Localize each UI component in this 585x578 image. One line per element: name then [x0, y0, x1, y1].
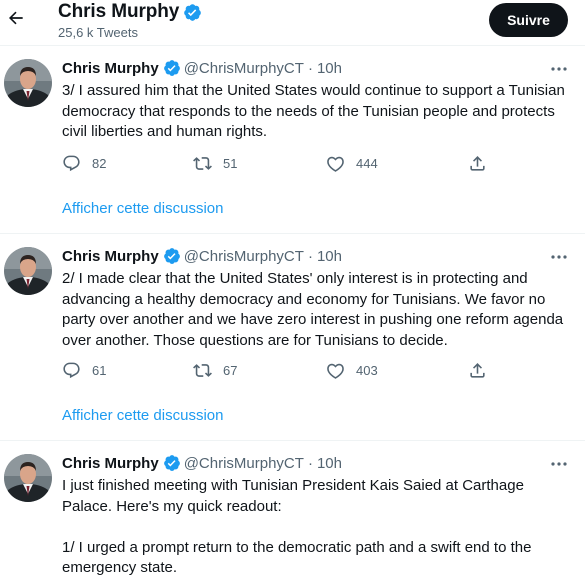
- share-icon: [470, 156, 485, 171]
- tweet[interactable]: Chris Murphy @ChrisMurphyCT · 10h I just…: [0, 441, 585, 578]
- retweet-icon: [193, 157, 212, 170]
- arrow-left-icon: [9, 11, 23, 25]
- share-icon: [470, 363, 485, 378]
- more-button[interactable]: [548, 250, 570, 264]
- tweet-actions: 61 67 403: [62, 361, 542, 381]
- verified-badge-icon: [163, 247, 181, 265]
- tweet-count: 25,6 k Tweets: [58, 25, 138, 40]
- tweet-author-handle[interactable]: @ChrisMurphyCT: [184, 455, 304, 472]
- avatar[interactable]: [4, 454, 52, 502]
- back-button[interactable]: [2, 4, 30, 32]
- retweet-button[interactable]: 51: [193, 154, 237, 173]
- tweet[interactable]: Chris Murphy @ChrisMurphyCT · 10h 2/ I m…: [0, 234, 585, 441]
- more-dots-icon: [551, 255, 567, 259]
- verified-badge-icon: [183, 3, 202, 22]
- tweet-text: 3/ I assured him that the United States …: [62, 82, 569, 140]
- show-thread-link[interactable]: Afficher cette discussion: [62, 200, 223, 217]
- tweet-author-name[interactable]: Chris Murphy: [62, 248, 159, 265]
- profile-name: Chris Murphy: [58, 1, 180, 22]
- follow-button[interactable]: Suivre: [489, 3, 568, 37]
- retweet-count: 51: [223, 156, 238, 171]
- more-dots-icon: [551, 67, 567, 71]
- like-count: 403: [356, 363, 378, 378]
- tweet-header: Chris Murphy @ChrisMurphyCT · 10h: [62, 247, 342, 265]
- share-button[interactable]: [468, 154, 487, 173]
- tweet-header: Chris Murphy @ChrisMurphyCT · 10h: [62, 59, 342, 77]
- separator-dot: ·: [307, 454, 313, 472]
- like-button[interactable]: 403: [326, 361, 378, 380]
- reply-button[interactable]: 61: [62, 361, 106, 380]
- heart-icon: [327, 363, 344, 379]
- avatar[interactable]: [4, 59, 52, 107]
- tweet-actions: 82 51 444: [62, 154, 542, 174]
- tweet-header: Chris Murphy @ChrisMurphyCT · 10h: [62, 454, 342, 472]
- tweet-author-name[interactable]: Chris Murphy: [62, 455, 159, 472]
- more-dots-icon: [551, 462, 567, 466]
- more-button[interactable]: [548, 457, 570, 471]
- heart-icon: [327, 156, 344, 172]
- tweet-text: I just finished meeting with Tunisian Pr…: [62, 477, 532, 576]
- tweet-timestamp[interactable]: 10h: [317, 248, 342, 265]
- like-button[interactable]: 444: [326, 154, 378, 173]
- reply-count: 82: [92, 156, 107, 171]
- more-button[interactable]: [548, 62, 570, 76]
- tweet-timestamp[interactable]: 10h: [317, 60, 342, 77]
- tweet-author-name[interactable]: Chris Murphy: [62, 60, 159, 77]
- tweet[interactable]: Chris Murphy @ChrisMurphyCT · 10h 3/ I a…: [0, 46, 585, 234]
- verified-badge-icon: [163, 454, 181, 472]
- show-thread-link[interactable]: Afficher cette discussion: [62, 407, 223, 424]
- retweet-icon: [193, 364, 212, 377]
- share-button[interactable]: [468, 361, 487, 380]
- tweet-author-handle[interactable]: @ChrisMurphyCT: [184, 60, 304, 77]
- reply-icon: [63, 362, 80, 379]
- verified-badge-icon: [163, 59, 181, 77]
- separator-dot: ·: [307, 247, 313, 265]
- profile-header: Chris Murphy 25,6 k Tweets Suivre: [0, 0, 585, 46]
- tweet-author-handle[interactable]: @ChrisMurphyCT: [184, 248, 304, 265]
- reply-button[interactable]: 82: [62, 154, 106, 173]
- separator-dot: ·: [307, 59, 313, 77]
- retweet-count: 67: [223, 363, 238, 378]
- profile-timeline-page: Chris Murphy 25,6 k Tweets Suivre Chris …: [0, 0, 585, 578]
- reply-icon: [63, 155, 80, 172]
- tweet-text: 2/ I made clear that the United States' …: [62, 270, 568, 349]
- header-title: Chris Murphy: [58, 1, 202, 23]
- tweet-timestamp[interactable]: 10h: [317, 455, 342, 472]
- reply-count: 61: [92, 363, 107, 378]
- retweet-button[interactable]: 67: [193, 361, 237, 380]
- avatar[interactable]: [4, 247, 52, 295]
- like-count: 444: [356, 156, 378, 171]
